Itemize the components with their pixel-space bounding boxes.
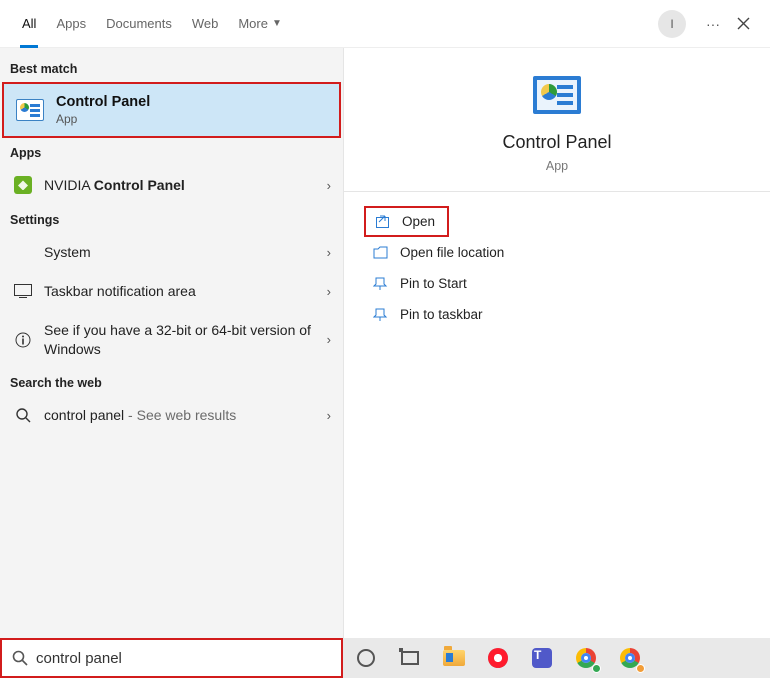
nvidia-label-bold: Control Panel — [94, 177, 185, 193]
best-match-result[interactable]: Control Panel App — [2, 82, 341, 138]
action-open-file-location[interactable]: Open file location — [364, 237, 510, 268]
taskbar-teams[interactable] — [529, 645, 555, 671]
close-icon — [737, 17, 750, 30]
monitor-icon — [14, 284, 32, 298]
section-best-match: Best match — [0, 54, 343, 82]
result-32-64-bit[interactable]: See if you have a 32-bit or 64-bit versi… — [0, 311, 343, 369]
chevron-right-icon: › — [327, 284, 331, 299]
preview-panel: Control Panel App Open Open file locatio… — [343, 48, 770, 638]
chevron-right-icon: › — [327, 408, 331, 423]
taskbar-chrome-2[interactable] — [617, 645, 643, 671]
result-web-search[interactable]: control panel - See web results › — [0, 396, 343, 435]
taskbar — [343, 638, 770, 678]
section-apps: Apps — [0, 138, 343, 166]
teams-icon — [532, 648, 552, 668]
tab-more-label: More — [238, 16, 268, 31]
result-system[interactable]: • System › — [0, 233, 343, 272]
opera-icon — [488, 648, 508, 668]
search-input[interactable] — [36, 650, 331, 667]
tab-all[interactable]: All — [12, 0, 46, 48]
best-match-title: Control Panel — [56, 94, 150, 110]
tab-apps[interactable]: Apps — [46, 0, 96, 48]
tab-more[interactable]: More ▼ — [228, 0, 292, 48]
taskbar-opera[interactable] — [485, 645, 511, 671]
action-open-label: Open — [402, 214, 435, 229]
preview-title: Control Panel — [502, 132, 611, 153]
cortana-icon — [357, 649, 375, 667]
taskbar-file-explorer[interactable] — [441, 645, 467, 671]
taskbar-chrome-1[interactable] — [573, 645, 599, 671]
search-box[interactable] — [0, 638, 343, 678]
pin-icon — [373, 276, 388, 291]
open-icon — [375, 214, 390, 229]
result-bits-label: See if you have a 32-bit or 64-bit versi… — [44, 321, 327, 359]
taskbar-task-view[interactable] — [397, 645, 423, 671]
chevron-down-icon: ▼ — [272, 18, 282, 29]
result-nvidia-control-panel[interactable]: NVIDIA Control Panel › — [0, 166, 343, 205]
search-icon — [12, 650, 28, 666]
action-pin-taskbar-label: Pin to taskbar — [400, 307, 483, 322]
web-search-query: control panel — [44, 407, 124, 423]
status-badge — [592, 664, 601, 673]
section-settings: Settings — [0, 205, 343, 233]
action-pin-start-label: Pin to Start — [400, 276, 467, 291]
best-match-subtitle: App — [56, 112, 150, 126]
nvidia-icon — [14, 176, 32, 194]
action-open[interactable]: Open — [364, 206, 449, 237]
results-panel: Best match Control Panel App Apps NVIDIA… — [0, 48, 343, 638]
control-panel-large-icon — [533, 76, 581, 114]
info-icon — [15, 332, 31, 348]
status-badge — [636, 664, 645, 673]
task-view-icon — [401, 651, 419, 665]
taskbar-cortana[interactable] — [353, 645, 379, 671]
section-search-web: Search the web — [0, 368, 343, 396]
options-button[interactable]: ··· — [698, 9, 728, 39]
chevron-right-icon: › — [327, 178, 331, 193]
folder-icon — [373, 246, 388, 259]
nvidia-label-pre: NVIDIA — [44, 177, 94, 193]
search-tabs: All Apps Documents Web More ▼ I ··· — [0, 0, 770, 48]
action-open-loc-label: Open file location — [400, 245, 504, 260]
control-panel-icon — [16, 99, 44, 121]
preview-actions: Open Open file location Pin to Start Pin… — [344, 191, 770, 330]
close-button[interactable] — [728, 9, 758, 39]
result-taskbar-label: Taskbar notification area — [44, 282, 327, 301]
result-taskbar-notification[interactable]: Taskbar notification area › — [0, 272, 343, 311]
user-avatar[interactable]: I — [658, 10, 686, 38]
preview-subtitle: App — [546, 159, 568, 173]
file-explorer-icon — [443, 650, 465, 666]
tab-web[interactable]: Web — [182, 0, 229, 48]
pin-icon — [373, 307, 388, 322]
web-search-suffix: - See web results — [124, 407, 236, 423]
tab-documents[interactable]: Documents — [96, 0, 182, 48]
result-system-label: System — [44, 243, 327, 262]
action-pin-to-taskbar[interactable]: Pin to taskbar — [364, 299, 489, 330]
chevron-right-icon: › — [327, 332, 331, 347]
action-pin-to-start[interactable]: Pin to Start — [364, 268, 473, 299]
chevron-right-icon: › — [327, 245, 331, 260]
search-icon — [16, 408, 31, 423]
